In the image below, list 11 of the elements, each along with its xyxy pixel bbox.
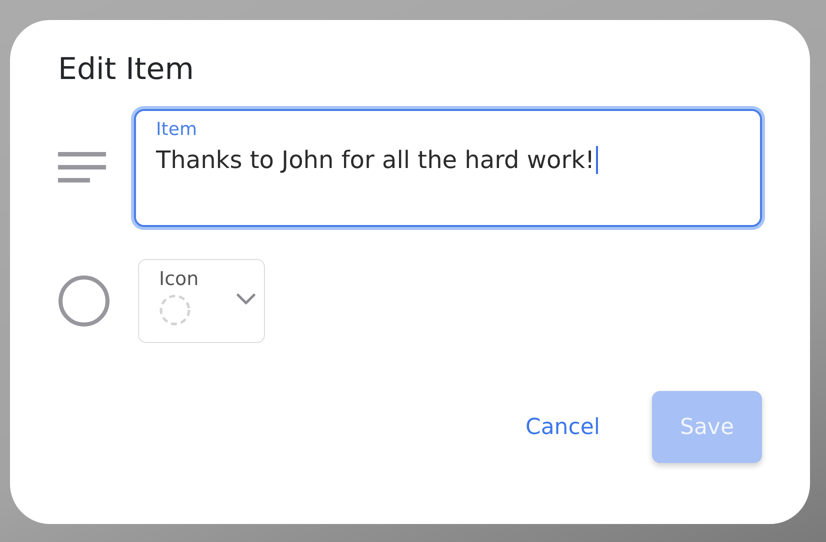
dialog-title: Edit Item	[58, 52, 195, 87]
item-field[interactable]: Item Thanks to John for all the hard work!	[134, 109, 762, 227]
text-lines-icon	[58, 152, 106, 184]
field-value: Thanks to John for all the hard work!	[156, 146, 595, 174]
circle-icon	[58, 275, 110, 327]
chevron-down-icon	[236, 293, 256, 305]
field-label: Item	[156, 119, 198, 140]
dashed-circle-icon	[159, 294, 191, 326]
cancel-button[interactable]: Cancel	[519, 406, 606, 448]
select-label: Icon	[159, 268, 200, 290]
icon-select[interactable]: Icon	[138, 259, 265, 343]
